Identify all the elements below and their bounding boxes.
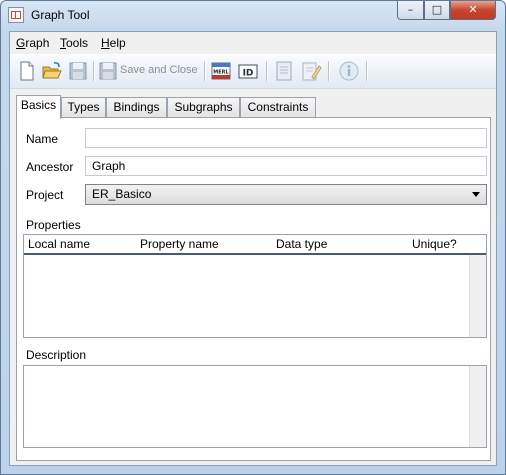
properties-scrollbar[interactable] [469,255,486,337]
column-data-type[interactable]: Data type [276,237,327,251]
toolbar-separator [328,61,330,81]
menu-graph[interactable]: Graph [16,36,49,50]
save-and-close-button[interactable]: Save and Close [120,64,198,76]
column-property-name[interactable]: Property name [140,237,219,251]
window-title: Graph Tool [31,8,90,22]
project-select[interactable]: ER_Basico [85,184,487,205]
chevron-down-icon [472,192,480,197]
tab-basics[interactable]: Basics [16,95,61,119]
info-icon[interactable] [338,60,360,82]
tab-bindings[interactable]: Bindings [106,97,167,117]
svg-text:MERL: MERL [213,70,229,76]
tab-subgraphs[interactable]: Subgraphs [167,97,240,117]
app-icon [8,7,24,23]
description-textarea[interactable] [23,365,487,448]
properties-table[interactable]: Local name Property name Data type Uniqu… [23,234,487,338]
column-local-name[interactable]: Local name [28,237,90,251]
menu-bar: Graph Tools Help [10,32,496,54]
id-icon[interactable]: ID [237,60,259,82]
toolbar: Save and Close MERL ID [10,54,496,89]
client-area: Graph Tools Help Save and Close MERL ID … [9,31,497,466]
tab-constraints[interactable]: Constraints [240,97,316,117]
open-folder-icon[interactable] [41,60,63,82]
properties-label: Properties [26,218,81,232]
menu-help[interactable]: Help [101,36,126,50]
save-icon[interactable] [67,60,89,82]
menu-tools[interactable]: Tools [60,36,88,50]
ancestor-input[interactable]: Graph [85,156,487,176]
document-icon[interactable] [273,60,295,82]
toolbar-separator [266,61,268,81]
close-button[interactable]: ✕ [450,1,496,20]
toolbar-separator [366,61,368,81]
save-and-close-icon[interactable] [97,60,119,82]
ancestor-label: Ancestor [26,160,74,174]
minimize-button[interactable]: – [397,1,424,20]
toolbar-separator [204,61,206,81]
basics-panel: Name Ancestor Graph Project ER_Basico Pr… [16,117,491,461]
tab-types[interactable]: Types [61,97,106,117]
maximize-button[interactable]: □ [424,1,450,20]
name-label: Name [26,132,59,146]
project-select-value: ER_Basico [92,187,152,201]
description-label: Description [26,348,87,362]
toolbar-separator [93,61,95,81]
merl-icon[interactable]: MERL [210,60,232,82]
edit-icon[interactable] [300,60,322,82]
svg-text:ID: ID [243,69,254,79]
new-file-icon[interactable] [16,60,38,82]
project-label: Project [26,188,64,202]
graph-tool-window: Graph Tool – □ ✕ Graph Tools Help Save a… [0,0,506,475]
name-input[interactable] [85,128,487,148]
properties-table-header: Local name Property name Data type Uniqu… [24,235,486,255]
column-unique[interactable]: Unique? [412,237,457,251]
description-scrollbar[interactable] [469,366,486,447]
